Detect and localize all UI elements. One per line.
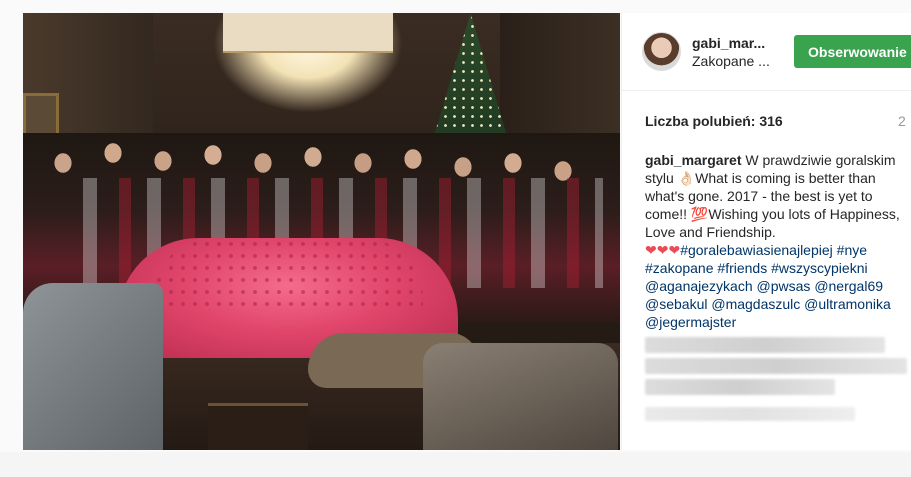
hashtag-link[interactable]: #nye <box>837 242 867 258</box>
mention-link[interactable]: @pwsas <box>757 278 811 294</box>
photo-sofa-tufting <box>153 238 423 308</box>
blurred-comment <box>645 337 885 353</box>
mention-link[interactable]: @magdaszulc <box>711 296 800 312</box>
follow-button[interactable]: Obserwowanie <box>794 35 911 68</box>
ok-hand-emoji: 👌🏻 <box>677 170 696 186</box>
hashtag-link[interactable]: #goralebawiasienajlepiej <box>680 242 833 258</box>
photo-table <box>208 403 308 450</box>
caption-username[interactable]: gabi_margaret <box>645 152 741 168</box>
username-link[interactable]: gabi_mar... <box>692 35 765 51</box>
post-photo[interactable] <box>23 13 620 450</box>
hashtag-link[interactable]: #zakopane <box>645 260 714 276</box>
blurred-comment <box>645 379 835 395</box>
hundred-emoji: 💯 <box>690 206 709 222</box>
hearts-emoji: ❤❤❤ <box>645 242 681 258</box>
post-side-panel: gabi_mar... Zakopane ... Obserwowanie Li… <box>621 13 911 450</box>
post-caption: gabi_margaret W prawdziwie goralskim sty… <box>645 151 911 331</box>
hashtag-link[interactable]: #friends <box>717 260 767 276</box>
blurred-comment <box>645 358 907 374</box>
mention-link[interactable]: @jegermajster <box>645 314 736 330</box>
likes-count[interactable]: Liczba polubień: 316 <box>645 113 783 129</box>
mention-link[interactable]: @aganajezykach <box>645 278 753 294</box>
post-header: gabi_mar... Zakopane ... Obserwowanie <box>622 13 911 91</box>
mention-link[interactable]: @sebakul <box>645 296 707 312</box>
bottom-strip <box>0 452 911 477</box>
avatar[interactable] <box>642 32 681 71</box>
mention-link[interactable]: @ultramonika <box>804 296 891 312</box>
location-link[interactable]: Zakopane ... <box>692 53 770 69</box>
mention-link[interactable]: @nergal69 <box>814 278 883 294</box>
photo-armchair-left <box>23 283 163 450</box>
blurred-comment <box>645 407 855 421</box>
photo-chandelier <box>223 13 393 53</box>
time-ago[interactable]: 2 <box>898 113 906 129</box>
hashtag-link[interactable]: #wszyscypiekni <box>771 260 867 276</box>
photo-armchair-right <box>423 343 618 450</box>
